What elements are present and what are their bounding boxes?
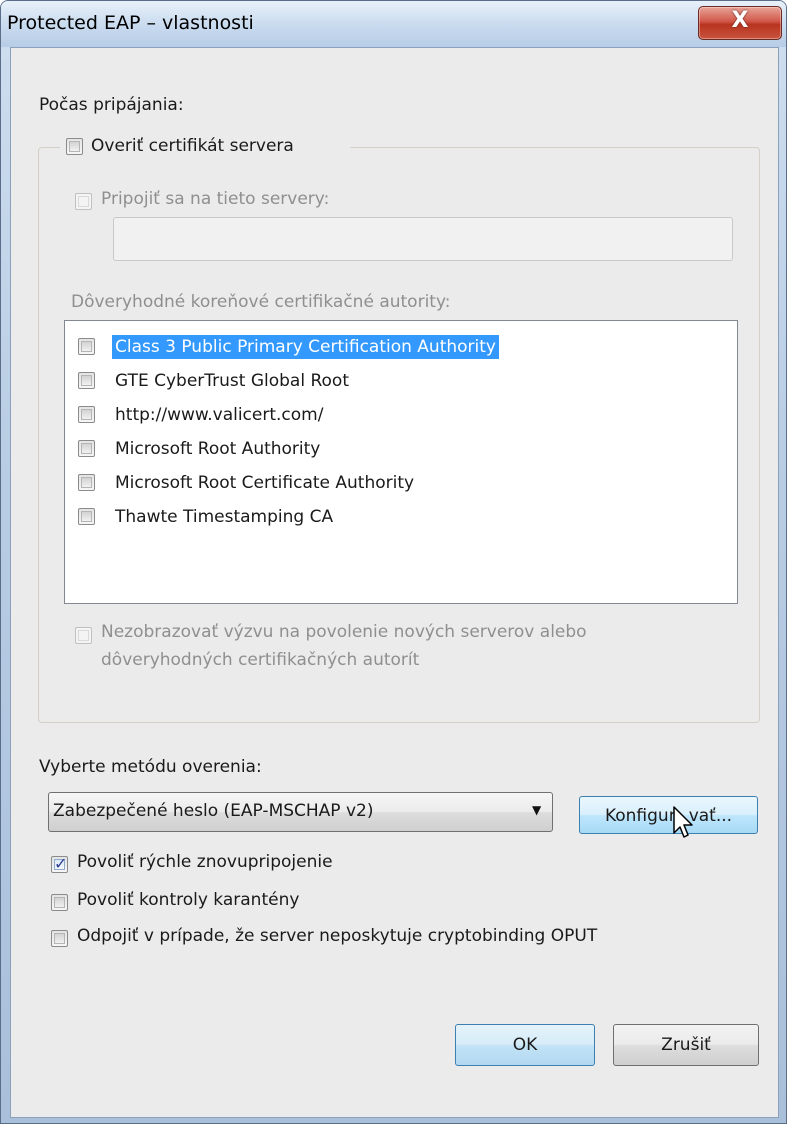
- quarantine-label: Povoliť kontroly karantény: [77, 890, 300, 910]
- configure-button-label: Konfigur vať...: [580, 806, 757, 826]
- checkmark-icon: ✓: [54, 854, 68, 873]
- list-item-checkbox[interactable]: [78, 508, 95, 525]
- no-prompt-label-line2: dôveryhodných certifikačných autorít: [101, 650, 420, 670]
- connect-servers-checkbox[interactable]: [75, 193, 92, 210]
- disconnect-cryptobinding-checkbox[interactable]: [51, 930, 68, 947]
- ok-button-label: OK: [512, 1035, 538, 1055]
- title-bar[interactable]: Protected EAP – vlastnosti X: [1, 1, 786, 47]
- list-item-label: Microsoft Root Authority: [115, 439, 321, 459]
- connecting-heading: Počas pripájania:: [39, 95, 184, 115]
- auth-method-select[interactable]: Zabezpečené heslo (EAP-MSCHAP v2) ▼: [48, 792, 553, 832]
- list-item[interactable]: http://www.valicert.com/: [65, 398, 737, 432]
- fast-reconnect-checkbox[interactable]: ✓: [51, 854, 68, 873]
- configure-label-part1: Konfigur: [604, 806, 676, 826]
- trusted-ca-label: Dôveryhodné koreňové certifikačné autori…: [71, 292, 451, 312]
- auth-method-heading: Vyberte metódu overenia:: [39, 757, 262, 777]
- mouse-pointer-icon: [673, 806, 693, 838]
- list-item[interactable]: Microsoft Root Authority: [65, 432, 737, 466]
- trusted-ca-list[interactable]: Class 3 Public Primary Certification Aut…: [64, 320, 738, 604]
- close-button[interactable]: X: [698, 6, 782, 40]
- list-item-checkbox[interactable]: [78, 406, 95, 423]
- no-prompt-label-line1: Nezobrazovať výzvu na povolenie nových s…: [101, 622, 587, 642]
- window-title: Protected EAP – vlastnosti: [7, 12, 254, 34]
- groupbox-header: Overiť certifikát servera: [60, 133, 350, 161]
- list-item-checkbox[interactable]: [78, 338, 95, 355]
- list-item-label: Microsoft Root Certificate Authority: [115, 473, 415, 493]
- verify-cert-label: Overiť certifikát servera: [91, 136, 294, 156]
- configure-button[interactable]: Konfigur vať...: [579, 796, 758, 834]
- list-item[interactable]: Thawte Timestamping CA: [65, 500, 737, 534]
- ok-button[interactable]: OK: [455, 1024, 595, 1066]
- close-icon: X: [731, 8, 749, 33]
- chevron-down-icon: ▼: [532, 803, 542, 817]
- cancel-button[interactable]: Zrušiť: [613, 1024, 759, 1066]
- list-item-label: http://www.valicert.com/: [115, 405, 324, 425]
- list-item-checkbox[interactable]: [78, 440, 95, 457]
- list-item-checkbox[interactable]: [78, 474, 95, 491]
- list-item-checkbox[interactable]: [78, 372, 95, 389]
- list-item[interactable]: GTE CyberTrust Global Root: [65, 364, 737, 398]
- list-item[interactable]: Microsoft Root Certificate Authority: [65, 466, 737, 500]
- list-item-label: Class 3 Public Primary Certification Aut…: [112, 335, 499, 359]
- disconnect-cryptobinding-label: Odpojiť v prípade, že server neposkytuje…: [77, 926, 598, 946]
- list-item-label: Thawte Timestamping CA: [115, 507, 334, 527]
- connect-servers-input[interactable]: [113, 217, 733, 261]
- no-prompt-checkbox[interactable]: [75, 627, 92, 644]
- cancel-button-label: Zrušiť: [661, 1035, 711, 1055]
- list-item-label: GTE CyberTrust Global Root: [115, 371, 349, 391]
- auth-method-value: Zabezpečené heslo (EAP-MSCHAP v2): [53, 801, 374, 821]
- list-item[interactable]: Class 3 Public Primary Certification Aut…: [65, 330, 737, 364]
- fast-reconnect-label: Povoliť rýchle znovupripojenie: [77, 852, 333, 872]
- verify-cert-checkbox[interactable]: [66, 138, 83, 155]
- connect-servers-label: Pripojiť sa na tieto servery:: [101, 189, 330, 209]
- quarantine-checkbox[interactable]: [51, 894, 68, 911]
